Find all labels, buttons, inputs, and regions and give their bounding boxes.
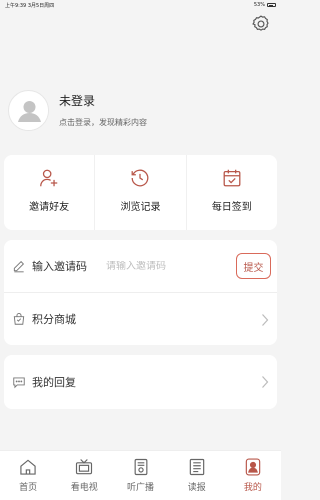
battery-icon bbox=[267, 3, 276, 7]
chevron-right-icon bbox=[262, 376, 269, 388]
tab-mine[interactable]: 我的 bbox=[225, 451, 281, 500]
chevron-right-icon bbox=[262, 314, 269, 326]
invite-code-row: 输入邀请码 提交 bbox=[4, 240, 277, 292]
home-icon bbox=[20, 459, 36, 475]
daily-checkin-label: 每日签到 bbox=[211, 202, 252, 213]
pencil-icon bbox=[13, 260, 25, 273]
invite-code-label: 输入邀请码 bbox=[32, 260, 87, 273]
browse-history-button[interactable]: 浏览记录 bbox=[94, 155, 185, 230]
settings-gear-icon[interactable] bbox=[251, 14, 271, 34]
browse-history-label: 浏览记录 bbox=[120, 202, 161, 213]
battery-percent: 53% bbox=[253, 2, 265, 8]
username: 未登录 bbox=[59, 94, 96, 108]
tab-radio[interactable]: 听广播 bbox=[112, 451, 168, 500]
login-hint: 点击登录，发现精彩内容 bbox=[59, 118, 147, 127]
tab-home-label: 首页 bbox=[19, 483, 38, 493]
tab-tv[interactable]: 看电视 bbox=[56, 451, 112, 500]
user-icon bbox=[245, 458, 261, 476]
points-mall-label: 积分商城 bbox=[32, 312, 76, 326]
radio-icon bbox=[134, 458, 147, 476]
bottom-tab-bar: 首页 看电视 听广播 读报 我的 bbox=[0, 450, 281, 500]
quick-actions-card: 邀请好友 浏览记录 每日签到 bbox=[4, 155, 277, 230]
my-replies-row[interactable]: 我的回复 bbox=[4, 355, 277, 409]
default-avatar-icon bbox=[9, 91, 48, 130]
status-indicators: 53% bbox=[254, 2, 276, 8]
points-mall-row[interactable]: 积分商城 bbox=[4, 292, 277, 344]
tab-newspaper-label: 读报 bbox=[187, 483, 206, 493]
my-replies-label: 我的回复 bbox=[32, 376, 76, 389]
tab-mine-label: 我的 bbox=[243, 483, 262, 493]
status-time-date: 上午9:39 3月5日周四 bbox=[5, 2, 55, 9]
invite-friends-button[interactable]: 邀请好友 bbox=[4, 155, 94, 230]
avatar[interactable] bbox=[8, 89, 49, 131]
invite-and-mall-card: 输入邀请码 提交 积分商城 bbox=[4, 240, 277, 345]
shopping-bag-icon bbox=[13, 312, 25, 325]
tv-icon bbox=[76, 459, 93, 475]
tab-home[interactable]: 首页 bbox=[0, 451, 56, 500]
tab-tv-label: 看电视 bbox=[70, 483, 98, 493]
chat-bubble-icon bbox=[13, 377, 25, 389]
newspaper-icon bbox=[189, 458, 204, 476]
invite-code-input[interactable] bbox=[106, 260, 206, 272]
invite-user-icon bbox=[40, 169, 58, 187]
status-bar: 上午9:39 3月5日周四 53% bbox=[0, 0, 281, 10]
login-profile[interactable]: 未登录 点击登录，发现精彩内容 bbox=[8, 75, 147, 145]
submit-invite-button[interactable]: 提交 bbox=[236, 253, 271, 279]
history-clock-icon bbox=[132, 169, 149, 187]
invite-friends-label: 邀请好友 bbox=[29, 202, 70, 213]
tab-radio-label: 听广播 bbox=[127, 483, 155, 493]
tab-newspaper[interactable]: 读报 bbox=[169, 451, 225, 500]
calendar-check-icon bbox=[223, 169, 241, 187]
daily-checkin-button[interactable]: 每日签到 bbox=[185, 155, 277, 230]
